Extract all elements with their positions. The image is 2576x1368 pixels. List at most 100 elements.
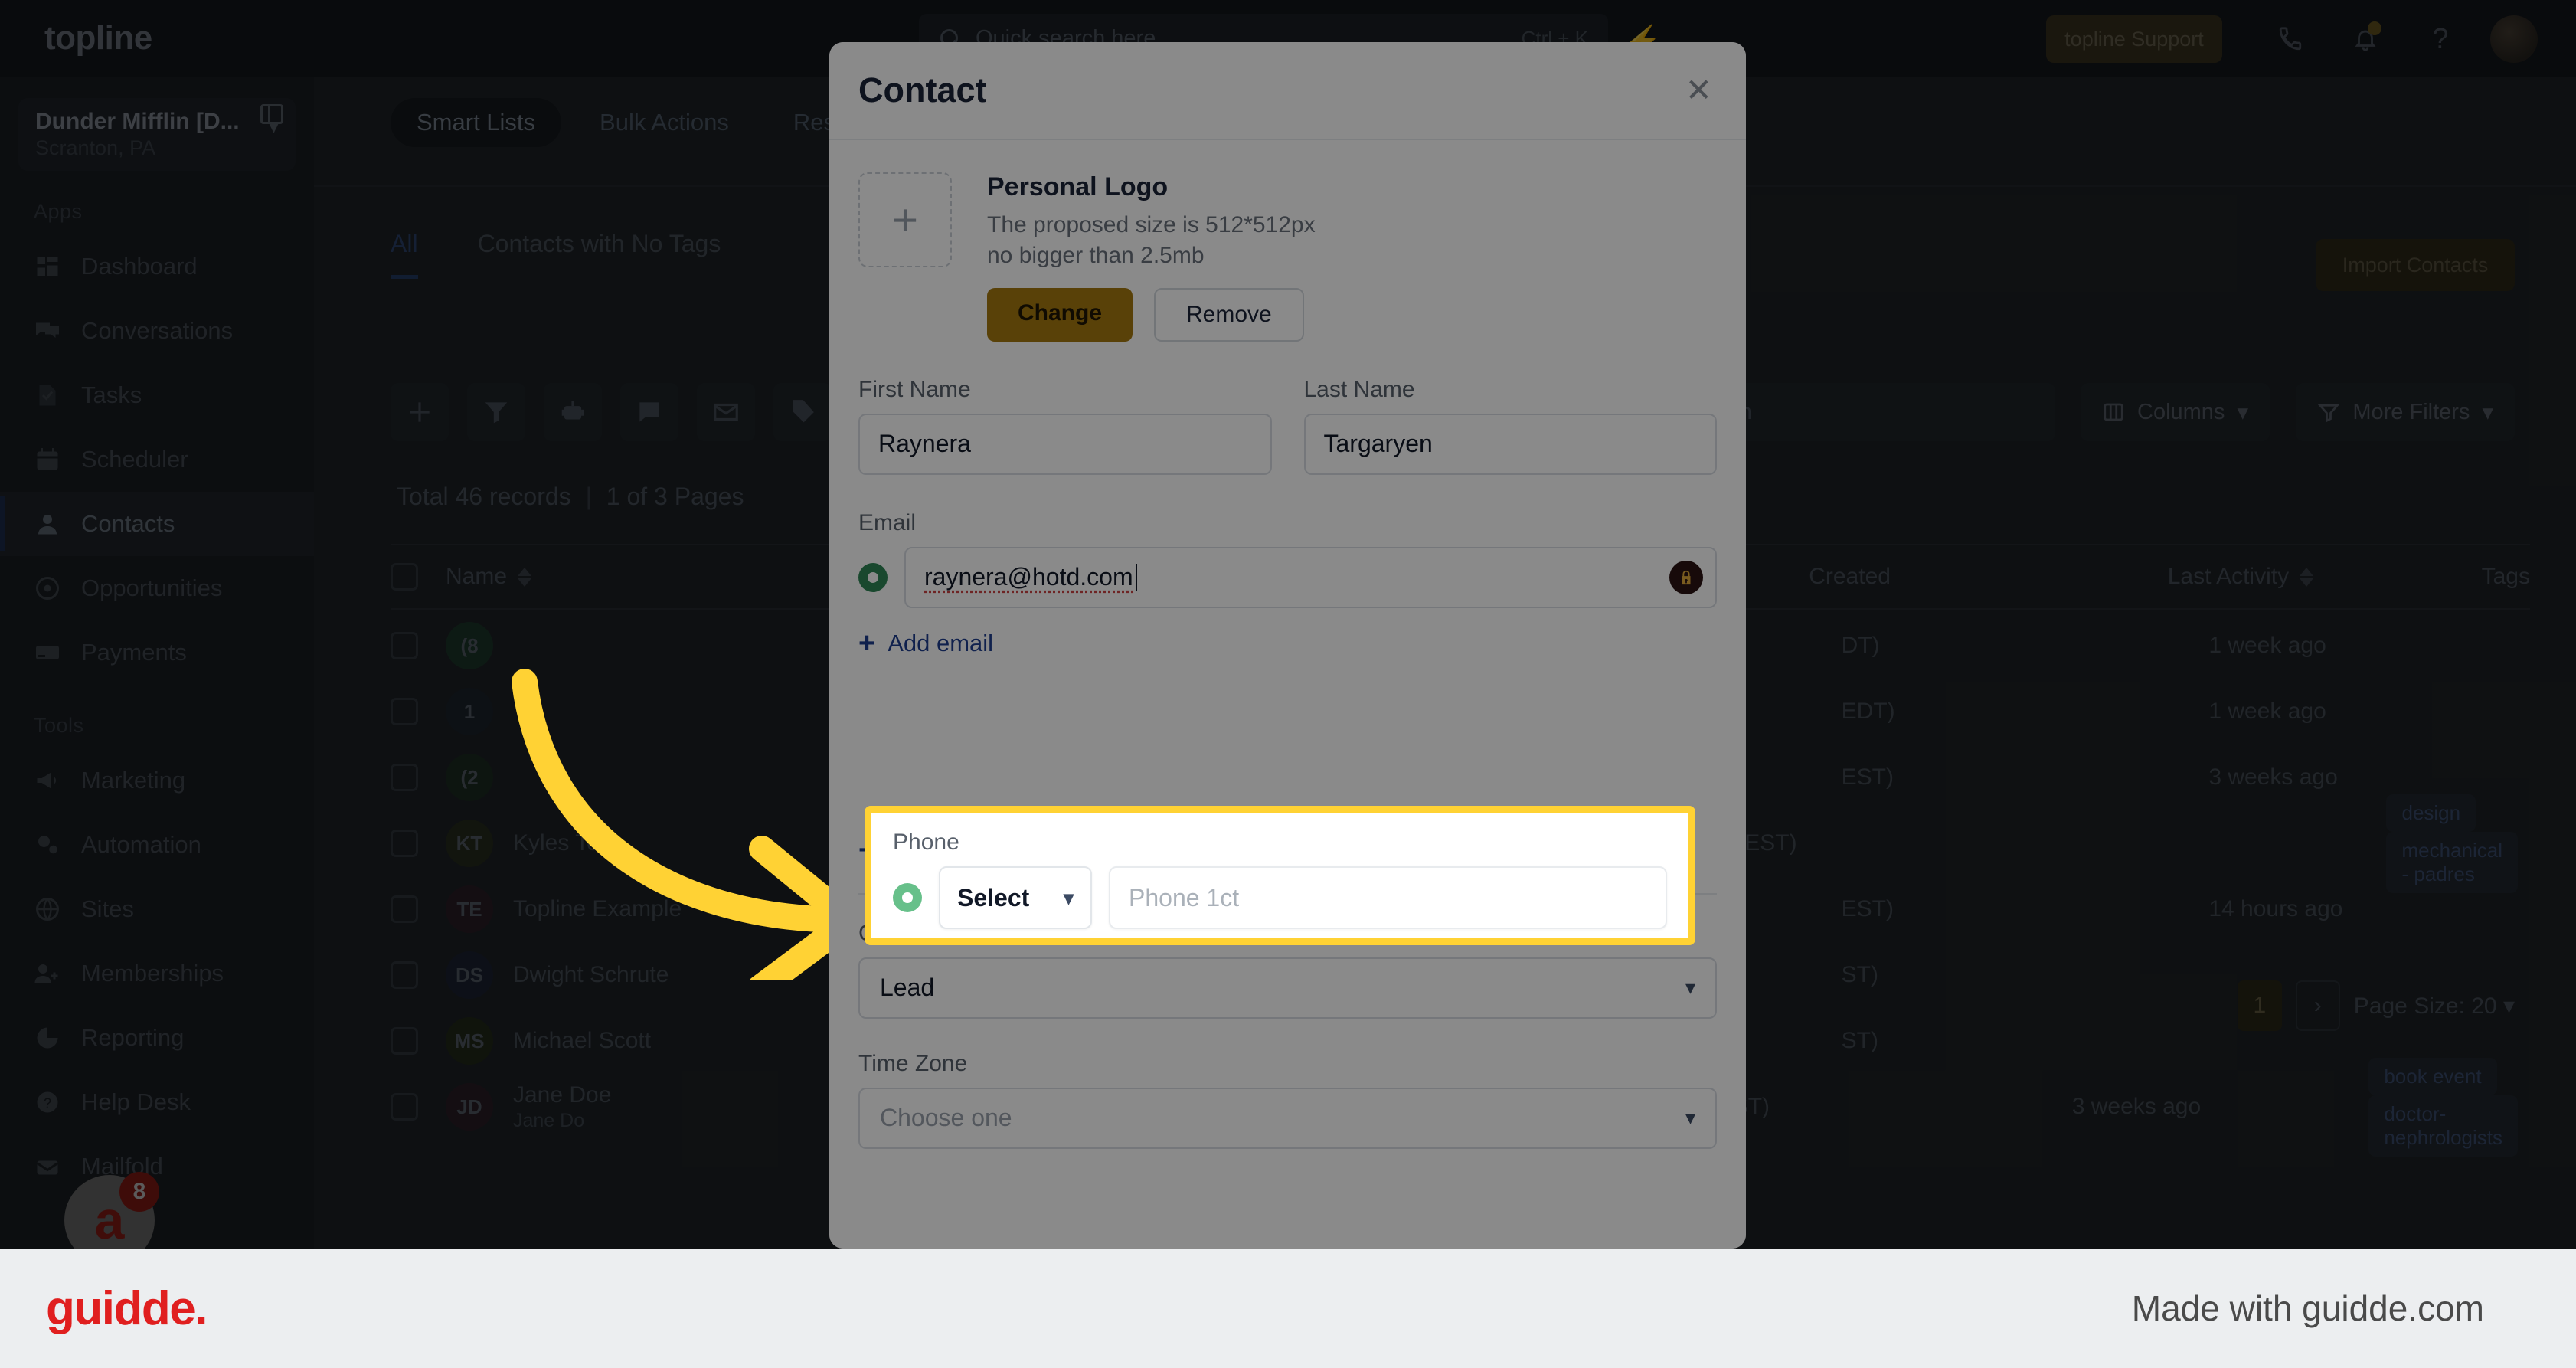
page-number-button[interactable]: 1 xyxy=(2237,980,2282,1031)
column-header-tags[interactable]: Tags xyxy=(2482,564,2530,590)
tag-chip[interactable]: book event xyxy=(2368,1057,2497,1095)
row-checkbox[interactable] xyxy=(391,895,418,923)
cell-last-activity: 14 hours ago xyxy=(2208,896,2343,921)
contact-name: Topline Example xyxy=(513,896,682,921)
import-contacts-button[interactable]: Import Contacts xyxy=(2316,239,2515,291)
tag-chip[interactable]: design xyxy=(2386,794,2476,832)
tag-plus-icon[interactable] xyxy=(773,383,832,441)
funnel-icon xyxy=(2318,404,2340,423)
cell-created: ST) xyxy=(1732,1094,1770,1119)
smartlist-tab-contacts-with-no-tags[interactable]: Contacts with No Tags xyxy=(478,230,721,275)
guidde-footer: guidde. Made with guidde.com xyxy=(0,1249,2576,1368)
time-zone-select[interactable]: Choose one ▾ xyxy=(858,1087,1717,1149)
bot-icon[interactable] xyxy=(544,383,602,441)
plus-icon[interactable] xyxy=(391,383,449,441)
sidebar-item-tasks[interactable]: Tasks xyxy=(0,363,314,427)
people-plus-icon xyxy=(34,960,61,987)
row-checkbox[interactable] xyxy=(391,1027,418,1055)
sidebar-item-dashboard[interactable]: Dashboard xyxy=(0,234,314,299)
first-name-input[interactable]: Raynera xyxy=(858,413,1272,475)
cell-last-activity: 1 week ago xyxy=(2208,699,2326,724)
modal-header: Contact ✕ xyxy=(829,42,1746,139)
row-checkbox[interactable] xyxy=(391,961,418,989)
sidebar-item-label: Automation xyxy=(81,831,201,858)
sidebar-item-automation[interactable]: Automation xyxy=(0,813,314,877)
chat-unread-badge: 8 xyxy=(119,1172,159,1212)
row-checkbox[interactable] xyxy=(391,632,418,659)
cell-created: EST) xyxy=(1744,830,1797,856)
logo-upload-dropzone[interactable]: + xyxy=(858,172,952,267)
column-header-last-activity[interactable]: Last Activity xyxy=(2168,564,2482,590)
app-logo[interactable]: topline xyxy=(0,19,314,57)
columns-label: Columns xyxy=(2137,399,2225,424)
workspace-switcher[interactable]: Dunder Mifflin [D... Scranton, PA ▾ xyxy=(18,98,296,171)
row-checkbox[interactable] xyxy=(391,764,418,791)
filter-icon[interactable] xyxy=(467,383,525,441)
row-checkbox[interactable] xyxy=(391,698,418,725)
columns-icon xyxy=(2104,403,2123,421)
sidebar-item-payments[interactable]: Payments xyxy=(0,620,314,685)
bell-icon[interactable] xyxy=(2343,17,2388,61)
svg-text:?: ? xyxy=(44,1096,51,1111)
row-checkbox[interactable] xyxy=(391,1093,418,1121)
personal-logo-hint: The proposed size is 512*512px no bigger… xyxy=(987,212,1316,268)
sidebar-item-label: Payments xyxy=(81,639,187,666)
chat-icon xyxy=(34,317,61,345)
row-checkbox[interactable] xyxy=(391,830,418,857)
sort-icon xyxy=(518,567,532,587)
sidebar-item-contacts[interactable]: Contacts xyxy=(0,492,314,556)
records-count: Total 46 records xyxy=(397,483,571,510)
contact-name: Michael Scott xyxy=(513,1028,652,1053)
tab-smart-lists[interactable]: Smart Lists xyxy=(391,98,562,147)
user-avatar[interactable] xyxy=(2490,15,2538,63)
message-icon[interactable] xyxy=(620,383,678,441)
made-with-guidde: Made with guidde.com xyxy=(2131,1288,2484,1328)
sidebar-item-memberships[interactable]: Memberships xyxy=(0,941,314,1006)
last-name-input[interactable]: Targaryen xyxy=(1303,413,1717,475)
tag-chip[interactable]: doctor-nephrologists xyxy=(2368,1095,2518,1157)
lock-icon[interactable] xyxy=(1669,560,1703,594)
column-header-name[interactable]: Name xyxy=(418,564,897,590)
more-filters-label: More Filters xyxy=(2352,399,2470,424)
green-status-dot xyxy=(893,883,922,912)
cell-created: EST) xyxy=(1841,896,1894,921)
smartlist-tab-all[interactable]: All xyxy=(391,230,418,279)
add-email-label: Add email xyxy=(888,629,994,656)
select-all-checkbox[interactable] xyxy=(391,563,418,591)
sidebar-item-sites[interactable]: Sites xyxy=(0,877,314,941)
email-input[interactable]: raynera@hotd.com xyxy=(904,546,1717,608)
chevron-right-icon[interactable]: › xyxy=(2295,980,2340,1031)
more-filters-button[interactable]: More Filters ▾ xyxy=(2296,383,2515,441)
contact-type-select[interactable]: Lead ▾ xyxy=(858,957,1717,1019)
sidebar-item-opportunities[interactable]: Opportunities xyxy=(0,556,314,620)
phone-section-highlight: Phone Select ▾ Phone 1ct xyxy=(865,806,1695,945)
email-section: Email raynera@hotd.com + Add email xyxy=(858,510,1717,658)
sidebar-item-marketing[interactable]: Marketing xyxy=(0,748,314,813)
columns-button[interactable]: Columns ▾ xyxy=(2081,383,2270,441)
sidebar-item-conversations[interactable]: Conversations xyxy=(0,299,314,363)
contact-subtitle: Jane Do xyxy=(513,1109,585,1131)
support-button[interactable]: topline Support xyxy=(2046,15,2222,63)
table-toolbar xyxy=(391,383,832,441)
change-logo-button[interactable]: Change xyxy=(987,287,1133,342)
sidebar-item-label: Memberships xyxy=(81,960,224,987)
column-header-created[interactable]: Created xyxy=(1809,564,2167,590)
phone-icon[interactable] xyxy=(2268,17,2313,61)
sidebar-item-help-desk[interactable]: ? Help Desk xyxy=(0,1070,314,1134)
add-email-link[interactable]: + Add email xyxy=(858,628,1717,657)
tab-bulk-actions[interactable]: Bulk Actions xyxy=(574,98,755,147)
page-size-selector[interactable]: Page Size: 20 ▾ xyxy=(2354,993,2515,1019)
phone-country-select[interactable]: Select ▾ xyxy=(939,866,1092,929)
question-mark-icon[interactable]: ? xyxy=(2418,17,2463,61)
phone-number-input[interactable]: Phone 1ct xyxy=(1109,866,1667,929)
avatar: MS xyxy=(446,1017,493,1065)
close-icon[interactable]: ✕ xyxy=(1685,74,1712,106)
avatar: KT xyxy=(446,820,493,867)
avatar: JD xyxy=(446,1083,493,1131)
sidebar-item-label: Dashboard xyxy=(81,253,198,280)
sidebar-item-scheduler[interactable]: Scheduler xyxy=(0,427,314,492)
sidebar-toggle-icon[interactable] xyxy=(260,104,283,124)
envelope-icon[interactable] xyxy=(697,383,755,441)
remove-logo-button[interactable]: Remove xyxy=(1154,287,1304,342)
sidebar-item-reporting[interactable]: Reporting xyxy=(0,1006,314,1070)
